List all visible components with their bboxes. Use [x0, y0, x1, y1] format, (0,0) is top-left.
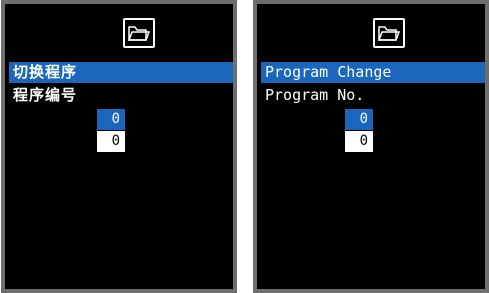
folder-icon	[378, 26, 400, 41]
folder-icon	[128, 26, 150, 41]
folder-button[interactable]	[373, 18, 405, 48]
menu-item-program-number[interactable]: 程序编号	[9, 85, 233, 106]
menu-item-program-number[interactable]: Program No.	[261, 85, 485, 106]
program-number-field[interactable]: 0	[97, 131, 125, 152]
screen-english: Program Change Program No. 0 0	[253, 0, 489, 293]
screen-chinese: 切换程序 程序编号 0 0	[1, 0, 237, 293]
folder-button[interactable]	[123, 18, 155, 48]
program-number-selected[interactable]: 0	[345, 109, 373, 130]
menu-item-program-change[interactable]: Program Change	[261, 62, 485, 83]
menu-item-program-change[interactable]: 切换程序	[9, 62, 233, 83]
program-number-field[interactable]: 0	[345, 131, 373, 152]
program-number-selected[interactable]: 0	[97, 109, 125, 130]
